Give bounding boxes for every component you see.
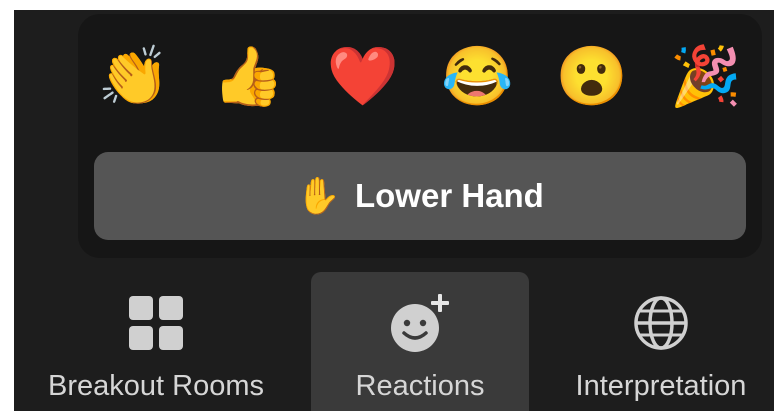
raised-hand-icon: ✋ xyxy=(296,175,341,216)
add-reaction-icon xyxy=(387,288,453,358)
reaction-emoji-row: 👏 👍 ❤️ 😂 😮 🎉 xyxy=(92,38,748,116)
open-mouth-reaction-button[interactable]: 😮 xyxy=(550,38,634,116)
breakout-rooms-button[interactable]: Breakout Rooms xyxy=(14,272,298,411)
heart-reaction-button[interactable]: ❤️ xyxy=(321,38,405,116)
reactions-button[interactable]: Reactions xyxy=(311,272,529,411)
breakout-rooms-label: Breakout Rooms xyxy=(48,370,264,402)
interpretation-button[interactable]: Interpretation xyxy=(548,272,774,411)
tears-of-joy-reaction-button[interactable]: 😂 xyxy=(435,38,519,116)
globe-icon xyxy=(631,288,691,358)
clap-reaction-button[interactable]: 👏 xyxy=(92,38,176,116)
lower-hand-button[interactable]: ✋ Lower Hand xyxy=(94,152,746,240)
interpretation-label: Interpretation xyxy=(575,370,747,402)
party-popper-reaction-button[interactable]: 🎉 xyxy=(664,38,748,116)
thumbs-up-reaction-button[interactable]: 👍 xyxy=(206,38,290,116)
grid-icon xyxy=(127,288,185,358)
bottom-toolbar: Breakout Rooms Reactions Interpretation xyxy=(14,272,774,411)
lower-hand-label: Lower Hand xyxy=(354,177,544,214)
reactions-label: Reactions xyxy=(355,370,485,402)
